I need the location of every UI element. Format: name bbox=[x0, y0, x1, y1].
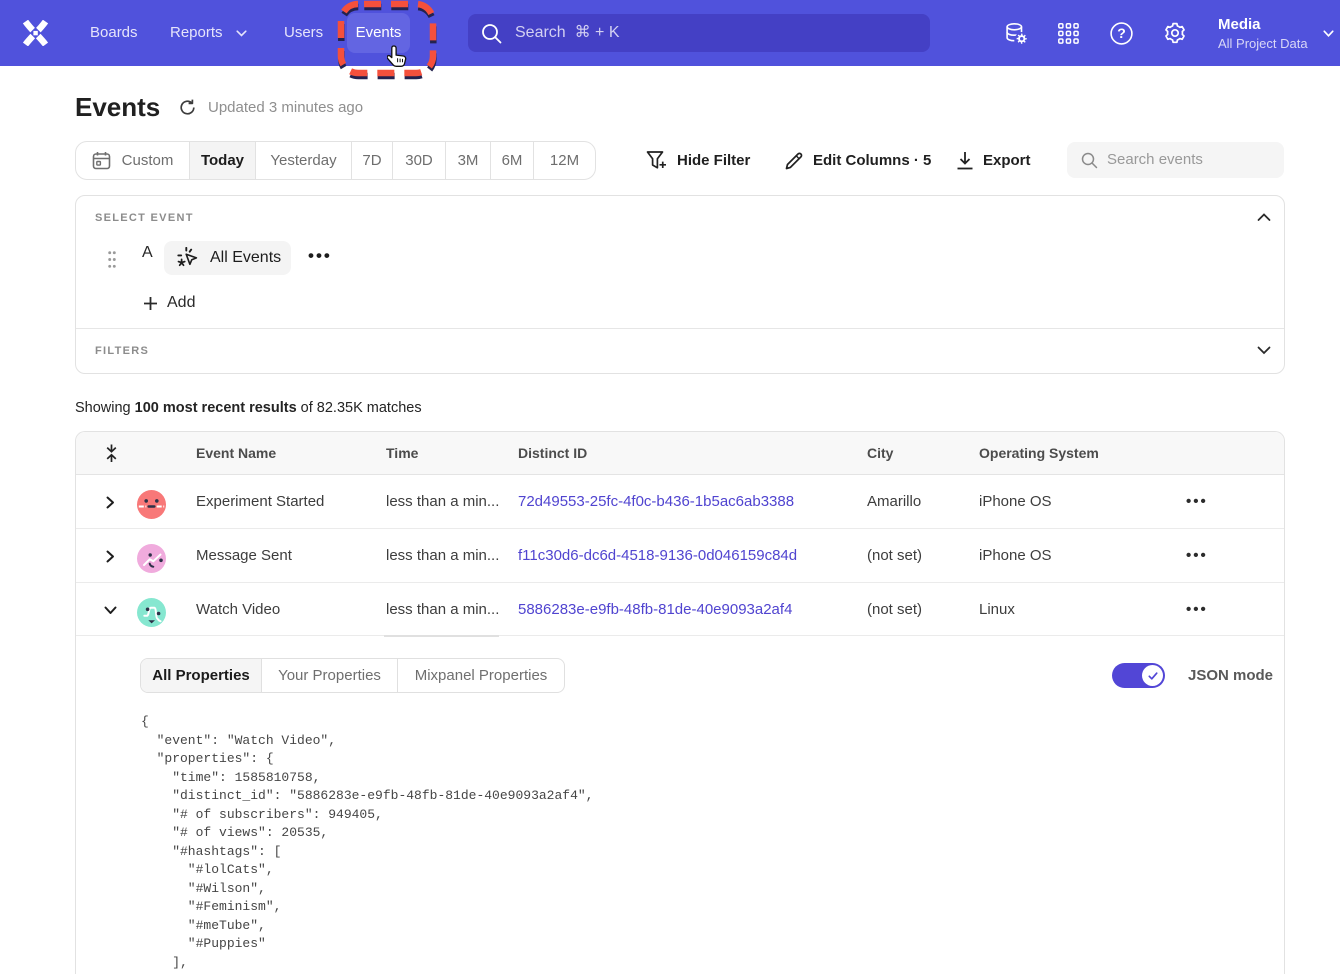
svg-text:?: ? bbox=[1117, 25, 1126, 41]
